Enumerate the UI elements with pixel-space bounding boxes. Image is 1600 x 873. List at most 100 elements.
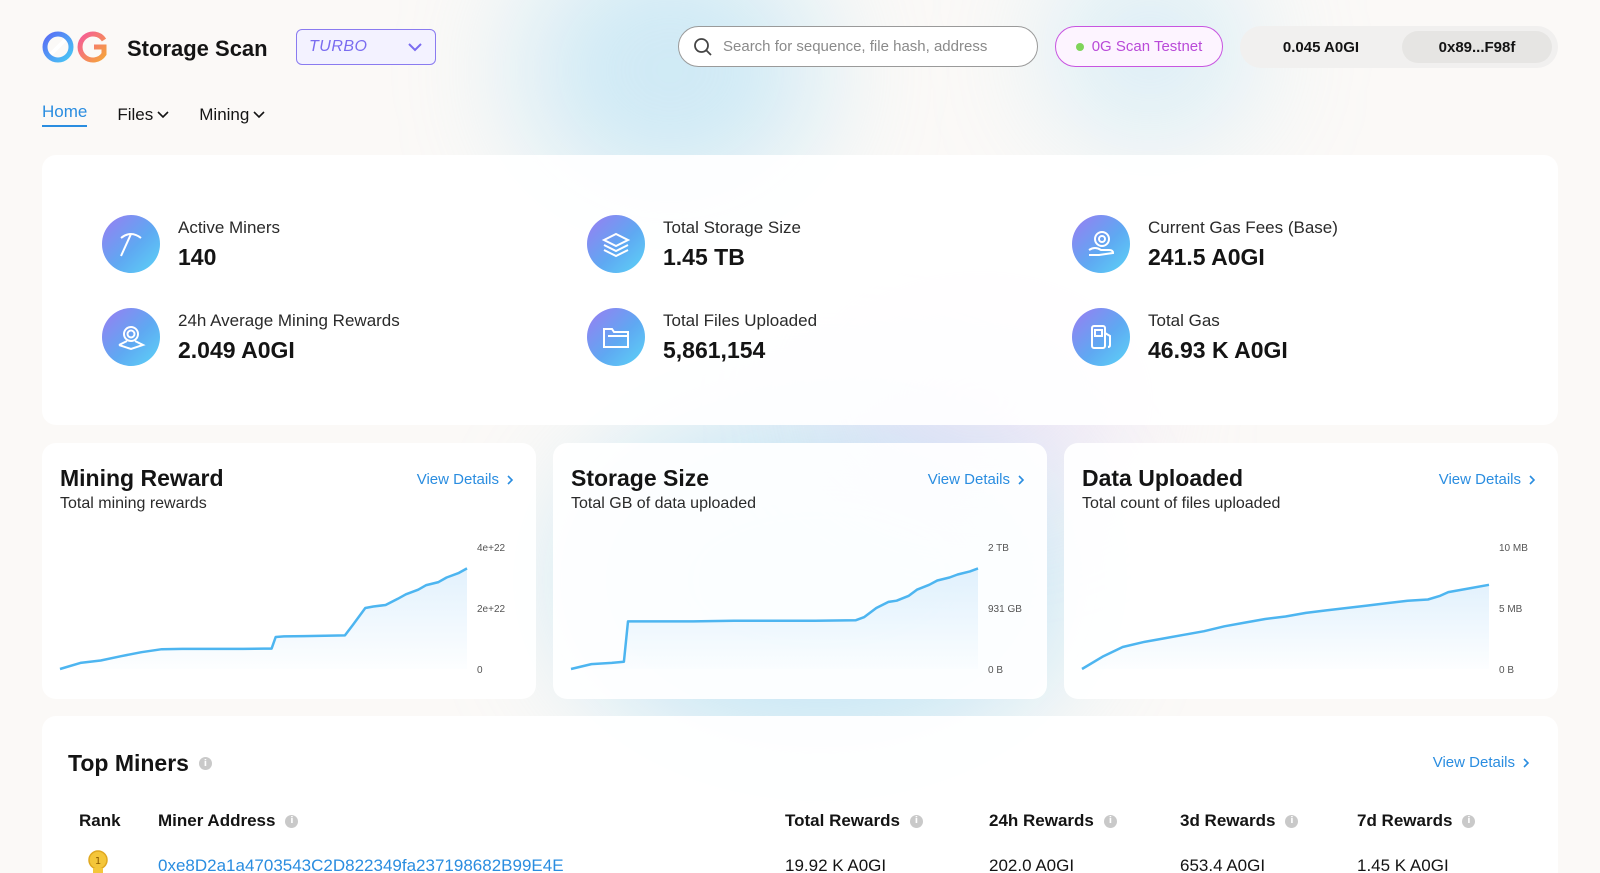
series-area — [1082, 584, 1489, 669]
top-miners-panel: Top Miners i View Details Rank Miner Add… — [42, 716, 1558, 873]
card-title: Data Uploaded — [1082, 465, 1244, 491]
chart-card-data-uploaded: Data Uploaded Total count of files uploa… — [1064, 443, 1558, 699]
search-input[interactable] — [723, 38, 1023, 55]
chevron-right-icon — [507, 474, 514, 485]
fuel-pump-icon — [1072, 308, 1130, 366]
card-title: Mining Reward — [60, 465, 224, 491]
network-select-value: TURBO — [309, 38, 368, 55]
card-subtitle: Total mining rewards — [60, 495, 207, 512]
y-tick-label: 0 B — [988, 665, 1003, 676]
nav-files[interactable]: Files — [117, 102, 169, 127]
24h-rewards-cell: 202.0 A0GI — [989, 856, 1075, 873]
chevron-down-icon — [408, 43, 422, 52]
info-icon[interactable]: i — [1285, 814, 1299, 828]
stat-files-uploaded: Total Files Uploaded 5,861,154 — [587, 308, 817, 366]
series-area — [571, 568, 978, 669]
view-details-label: View Details — [927, 471, 1010, 488]
view-details-label: View Details — [1438, 471, 1521, 488]
wallet-address-button[interactable]: 0x89...F98f — [1402, 31, 1552, 63]
y-tick-label: 0 B — [1499, 665, 1514, 676]
column-header-address: Miner Address i — [158, 811, 299, 831]
hand-coin-icon — [1072, 215, 1130, 273]
info-icon[interactable]: i — [909, 814, 923, 828]
view-details-label: View Details — [416, 471, 499, 488]
column-header-total-rewards: Total Rewards i — [785, 811, 923, 831]
view-details-link[interactable]: View Details — [1433, 754, 1530, 771]
column-header-7d-rewards: 7d Rewards i — [1357, 811, 1476, 831]
miner-address-link[interactable]: 0xe8D2a1a4703543C2D822349fa237198682B99E… — [158, 856, 564, 873]
top-miners-title: Top Miners i — [68, 750, 212, 777]
chevron-right-icon — [1529, 474, 1536, 485]
nav-mining-label: Mining — [199, 104, 250, 124]
y-tick-label: 4e+22 — [477, 543, 506, 554]
card-title: Storage Size — [571, 465, 710, 491]
chevron-down-icon — [253, 110, 265, 118]
chart-card-mining-reward: Mining Reward Total mining rewards View … — [42, 443, 536, 699]
nav-files-label: Files — [117, 104, 154, 124]
info-icon[interactable]: i — [285, 814, 299, 828]
info-icon[interactable]: i — [198, 757, 212, 770]
y-tick-label: 2e+22 — [477, 604, 506, 615]
stat-value: 46.93 K A0GI — [1148, 336, 1288, 363]
nav-home[interactable]: Home — [42, 102, 88, 127]
folder-icon — [587, 308, 645, 366]
main-nav: Home Files Mining — [42, 102, 265, 127]
gold-medal-icon: 1 — [88, 850, 108, 873]
3d-rewards-cell: 653.4 A0GI — [1180, 856, 1266, 873]
pickaxe-icon — [102, 215, 160, 273]
series-area — [60, 568, 467, 669]
stat-total-gas: Total Gas 46.93 K A0GI — [1072, 308, 1288, 366]
y-tick-label: 931 GB — [988, 604, 1022, 615]
card-subtitle: Total GB of data uploaded — [571, 495, 757, 512]
chevron-right-icon — [1523, 757, 1530, 768]
column-header-rank: Rank — [79, 811, 121, 830]
wallet-balance: 0.045 A0GI — [1282, 38, 1360, 56]
search-box[interactable] — [678, 26, 1038, 67]
chevron-right-icon — [1018, 474, 1025, 485]
view-details-link[interactable]: View Details — [1439, 471, 1536, 488]
total-rewards-cell: 19.92 K A0GI — [785, 856, 887, 873]
chart-card-storage-size: Storage Size Total GB of data uploaded V… — [553, 443, 1047, 699]
y-tick-label: 10 MB — [1499, 543, 1528, 554]
stat-label: 24h Average Mining Rewards — [178, 310, 400, 330]
zero-g-logo-icon[interactable] — [42, 30, 112, 64]
data-uploaded-chart: 10 MB 5 MB 0 B — [1081, 543, 1528, 676]
stat-value: 1.45 TB — [663, 243, 745, 270]
view-details-link[interactable]: View Details — [417, 471, 514, 488]
wallet-panel: 0.045 A0GI 0x89...F98f — [1240, 26, 1558, 68]
info-icon[interactable]: i — [1103, 814, 1117, 828]
nav-home-label: Home — [42, 102, 88, 121]
search-icon — [694, 37, 712, 56]
stats-panel: Active Miners 140 Total Storage Size 1.4… — [42, 155, 1558, 425]
brand-title: Storage Scan — [127, 36, 268, 61]
stat-label: Total Storage Size — [663, 217, 801, 237]
stat-value: 5,861,154 — [663, 336, 766, 363]
chevron-down-icon — [157, 110, 169, 118]
stat-gas-fees: Current Gas Fees (Base) 241.5 A0GI — [1072, 215, 1338, 273]
info-icon[interactable]: i — [1462, 814, 1476, 828]
y-tick-label: 5 MB — [1499, 604, 1523, 615]
column-header-24h-rewards: 24h Rewards i — [989, 811, 1117, 831]
stat-total-storage: Total Storage Size 1.45 TB — [587, 215, 801, 273]
storage-size-chart: 2 TB 931 GB 0 B — [570, 543, 1022, 676]
nav-mining[interactable]: Mining — [199, 102, 265, 127]
y-tick-label: 2 TB — [988, 543, 1009, 554]
layers-icon — [587, 215, 645, 273]
testnet-button[interactable]: 0G Scan Testnet — [1055, 26, 1223, 67]
mining-reward-chart: 4e+22 2e+22 0 — [59, 543, 506, 676]
stat-value: 2.049 A0GI — [178, 336, 295, 363]
top-miners-title-text: Top Miners — [68, 750, 189, 776]
stat-label: Active Miners — [178, 217, 281, 237]
view-details-link[interactable]: View Details — [928, 471, 1025, 488]
view-details-label: View Details — [1432, 754, 1515, 771]
app-root: Storage Scan TURBO 0G Scan Testnet 0.045… — [0, 0, 1600, 873]
y-tick-label: 0 — [477, 665, 483, 676]
testnet-label: 0G Scan Testnet — [1091, 38, 1203, 55]
status-dot — [1075, 42, 1084, 51]
stat-label: Current Gas Fees (Base) — [1148, 217, 1338, 237]
stat-label: Total Gas — [1148, 310, 1220, 330]
stat-mining-rewards: 24h Average Mining Rewards 2.049 A0GI — [102, 308, 400, 366]
stat-label: Total Files Uploaded — [663, 310, 818, 330]
network-select[interactable]: TURBO — [296, 29, 436, 65]
stat-active-miners: Active Miners 140 — [102, 215, 280, 273]
